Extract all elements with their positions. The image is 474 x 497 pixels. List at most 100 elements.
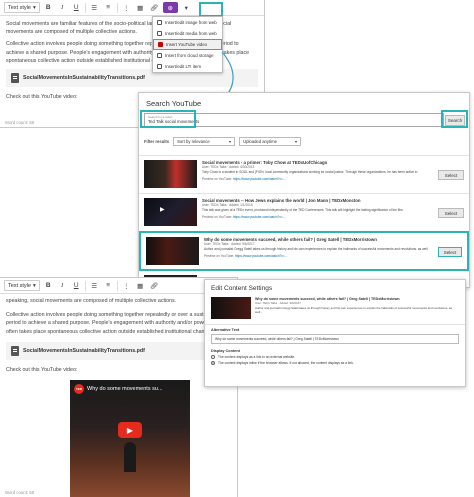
more-options-icon[interactable]: ⋮ — [121, 280, 132, 291]
link-icon[interactable]: 🔗︎ — [149, 280, 160, 291]
result-description: Author and journalist Gregg Satell takes… — [204, 247, 428, 252]
text-style-select[interactable]: Text style ▾ — [4, 280, 40, 291]
link-icon[interactable]: 🔗︎ — [149, 2, 160, 13]
dialog-title: Edit Content Settings — [211, 285, 273, 292]
bullet-list-icon[interactable]: ☰ — [89, 280, 100, 291]
underline-button[interactable]: U — [71, 280, 82, 291]
toolbar-divider — [84, 280, 86, 291]
menu-item-label: Insert YouTube video — [166, 42, 208, 47]
text-style-label: Text style — [8, 282, 31, 289]
paragraph-2: Collective action involves people doing … — [6, 41, 250, 64]
image-icon — [157, 20, 162, 25]
menu-item-lti[interactable]: Insert/edit LTI item — [153, 61, 222, 72]
word-count: Word count: 68 — [5, 120, 35, 125]
youtube-play-icon[interactable]: ▶ — [118, 422, 142, 438]
chevron-down-icon[interactable]: ▾ — [181, 2, 192, 13]
result-preview: Preview on YouTube: https://www.youtube.… — [204, 254, 433, 258]
select-button[interactable]: Select — [438, 247, 462, 257]
chevron-down-icon: ▾ — [32, 282, 36, 289]
embedded-video[interactable]: TED Why do some movements su... ▶ — [70, 380, 190, 497]
menu-item-insert-image[interactable]: Insert/edit image from web — [153, 17, 222, 28]
radio-checked[interactable] — [211, 361, 215, 365]
preview-label: Preview on YouTube: — [204, 253, 235, 258]
chevron-down-icon: ▾ — [32, 4, 36, 11]
table-icon[interactable]: ▦ — [135, 2, 146, 13]
video-description: Author and journalist Gregg Satell takes… — [255, 306, 452, 315]
preview-link[interactable]: https://www.youtube.com/watch?v=... — [233, 215, 286, 219]
result-meta: User: TEDx Talks · Added: 9/6/2017 — [204, 242, 255, 246]
search-button-highlight — [441, 110, 468, 128]
video-thumbnail: ▶ — [144, 198, 197, 226]
video-thumbnail — [144, 160, 197, 188]
time-select[interactable]: Uploaded anytime ▾ — [239, 137, 302, 146]
result-meta: User: TEDx Talks · Added: 1/1/2016 — [202, 203, 253, 207]
file-icon — [11, 73, 19, 84]
insert-menu: Insert/edit image from web Insert/edit m… — [152, 16, 223, 73]
video-summary: Why do some movements succeed, while oth… — [205, 295, 465, 321]
insert-button-highlight — [199, 2, 223, 17]
display-content-label: Display Content — [211, 349, 240, 353]
italic-button[interactable]: I — [57, 2, 68, 13]
thumbnail-text: ▶ — [160, 207, 165, 213]
menu-item-label: Insert/edit LTI item — [165, 64, 202, 69]
menu-item-insert-youtube[interactable]: Insert YouTube video — [153, 39, 222, 50]
paragraph-2: Collective action involves people doing … — [6, 312, 230, 335]
speaker-silhouette — [124, 442, 136, 472]
menu-item-insert-media[interactable]: Insert/edit media from web — [153, 28, 222, 39]
menu-item-cloud-storage[interactable]: Insert from cloud storage — [153, 50, 222, 61]
bold-button[interactable]: B — [43, 280, 54, 291]
video-header: TED Why do some movements su... — [70, 380, 190, 398]
paragraph-1: Social movements are familiar features o… — [6, 21, 232, 36]
sort-select-value: Sort by relevance — [177, 139, 210, 144]
top-toolbar: Text style ▾ B I U ☰ ≡ ⋮ ▦ 🔗︎ ⊕ ▾ — [0, 0, 264, 16]
preview-link[interactable]: https://www.youtube.com/watch?v=... — [233, 177, 286, 181]
select-button[interactable]: Select — [438, 170, 464, 180]
result-item-selected: Why do some movements succeed, while oth… — [139, 231, 469, 271]
attachment-name: SocialMovementsInSustainabilityTransitio… — [23, 75, 145, 82]
insert-content-button[interactable]: ⊕ — [162, 2, 178, 13]
italic-button[interactable]: I — [57, 280, 68, 291]
radio-unchecked[interactable] — [211, 355, 215, 359]
result-description: Toby Chow is a student in SOUL and (FION… — [202, 170, 418, 175]
underline-button[interactable]: U — [71, 2, 82, 13]
preview-link[interactable]: https://www.youtube.com/watch?v=... — [235, 254, 288, 258]
bold-button[interactable]: B — [43, 2, 54, 13]
text-style-label: Text style — [8, 4, 31, 11]
select-button[interactable]: Select — [438, 208, 464, 218]
toolbar-divider — [116, 2, 118, 13]
text-style-select[interactable]: Text style ▾ — [4, 2, 40, 13]
filter-label: Filter results — [144, 139, 170, 144]
option-label: The content displays inline if the brows… — [218, 361, 354, 365]
cloud-icon — [157, 53, 162, 58]
toolbar-divider — [84, 2, 86, 13]
result-item: ▶ Social movements -- How Jews explains … — [139, 193, 469, 231]
result-description: This talk was given at a TEDx event, pro… — [202, 208, 403, 213]
youtube-icon — [158, 42, 163, 47]
attachment-item[interactable]: SocialMovementsInSustainabilityTransitio… — [6, 341, 231, 360]
attachment-name: SocialMovementsInSustainabilityTransitio… — [23, 347, 145, 354]
edit-content-dialog: Edit Content Settings Why do some moveme… — [204, 279, 466, 387]
paragraph-3: Check out this YouTube video: — [6, 366, 78, 373]
display-option-inline[interactable]: The content displays inline if the brows… — [205, 360, 465, 366]
numbered-list-icon[interactable]: ≡ — [103, 2, 114, 13]
toolbar-divider — [116, 280, 118, 291]
more-options-icon[interactable]: ⋮ — [121, 2, 132, 13]
alt-text-label: Alternative Text — [211, 328, 240, 332]
video-thumbnail — [211, 297, 251, 319]
bottom-toolbar: Text style ▾ B I U ☰ ≡ ⋮ ▦ 🔗︎ — [0, 278, 237, 294]
numbered-list-icon[interactable]: ≡ — [103, 280, 114, 291]
table-icon[interactable]: ▦ — [135, 280, 146, 291]
paragraph-1: speaking, social movements are composed … — [6, 298, 177, 304]
result-preview: Preview on YouTube: https://www.youtube.… — [202, 177, 433, 181]
chevron-down-icon: ▾ — [295, 139, 298, 144]
time-select-value: Uploaded anytime — [243, 139, 277, 144]
lti-icon — [157, 64, 162, 69]
preview-label: Preview on YouTube: — [202, 176, 233, 181]
file-icon — [11, 345, 19, 356]
preview-label: Preview on YouTube: — [202, 214, 233, 219]
bullet-list-icon[interactable]: ☰ — [89, 2, 100, 13]
sort-select[interactable]: Sort by relevance ▾ — [173, 137, 236, 146]
menu-item-label: Insert/edit media from web — [165, 31, 217, 36]
alt-text-input[interactable]: Why do some movements succeed, while oth… — [211, 334, 459, 344]
media-icon — [157, 31, 162, 36]
